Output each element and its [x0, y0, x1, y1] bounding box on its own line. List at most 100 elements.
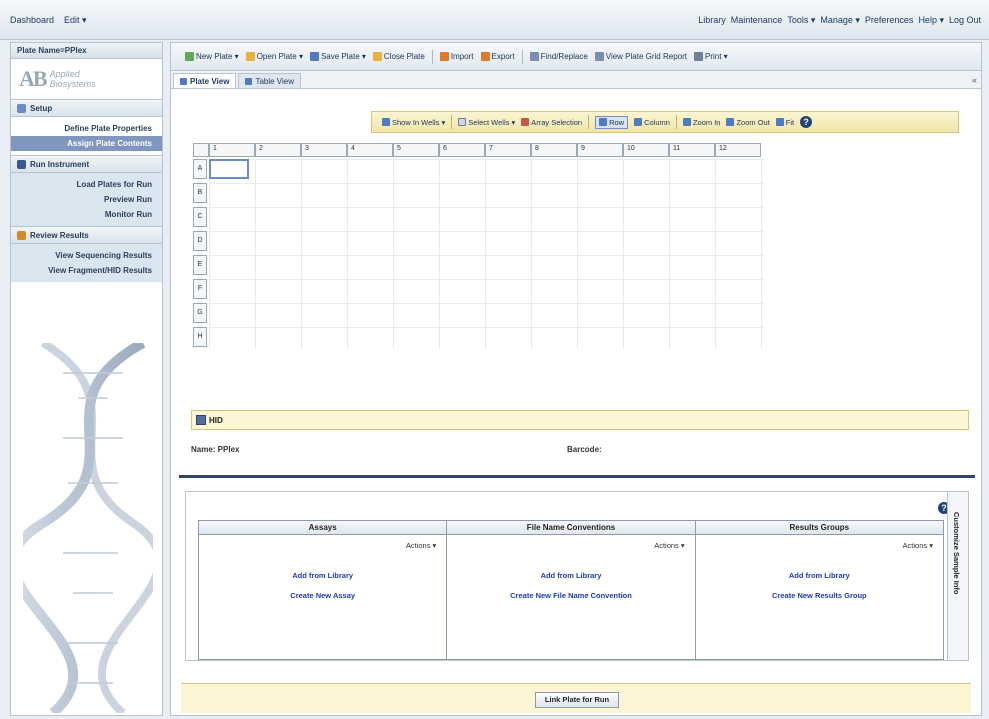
- row-toggle-button[interactable]: Row: [595, 115, 629, 129]
- menu-dashboard[interactable]: Dashboard: [10, 15, 54, 26]
- open-folder-icon: [245, 52, 255, 61]
- tab-table-view[interactable]: Table View: [238, 73, 301, 88]
- results-groups-actions-dropdown[interactable]: Actions ▾: [903, 541, 933, 550]
- sidebar-item-assign-plate-contents[interactable]: Assign Plate Contents: [11, 136, 162, 151]
- plate-corner-header[interactable]: [193, 143, 209, 157]
- plate-row-header[interactable]: A: [193, 159, 207, 179]
- tab-plate-view[interactable]: Plate View: [173, 73, 237, 88]
- dna-helix-image: [23, 343, 153, 713]
- file-name-conventions-header: File Name Conventions: [447, 521, 695, 535]
- menu-maintenance[interactable]: Maintenance: [731, 15, 783, 26]
- array-selection-button[interactable]: Array Selection: [521, 118, 582, 127]
- plate-column-header[interactable]: 11: [669, 143, 715, 157]
- plate-row-header[interactable]: C: [193, 207, 207, 227]
- plate-column-header[interactable]: 12: [715, 143, 761, 157]
- assays-add-from-library-link[interactable]: Add from Library: [199, 571, 446, 580]
- help-icon[interactable]: ?: [800, 116, 813, 128]
- top-menu-bar: Dashboard Edit ▾ Library Maintenance Too…: [0, 0, 989, 40]
- toolbar-separator: [521, 49, 523, 64]
- export-button[interactable]: Export: [480, 52, 515, 61]
- fnc-add-from-library-link[interactable]: Add from Library: [447, 571, 694, 580]
- hid-bar: HID: [191, 410, 969, 430]
- panel-splitter[interactable]: [179, 475, 975, 478]
- plate-column-header[interactable]: 2: [255, 143, 301, 157]
- open-plate-button[interactable]: Open Plate ▾: [245, 52, 303, 61]
- export-icon: [480, 52, 490, 61]
- fnc-actions-dropdown[interactable]: Actions ▾: [654, 541, 684, 550]
- customize-sample-info-tab[interactable]: Customize Sample Info: [947, 491, 969, 661]
- sidebar-item-view-fragment-results[interactable]: View Fragment/HID Results: [11, 263, 162, 278]
- footer-bar: Link Plate for Run: [181, 683, 971, 713]
- show-in-wells-dropdown[interactable]: Show In Wells ▾: [382, 118, 445, 127]
- menu-tools[interactable]: Tools ▾: [787, 15, 815, 26]
- setup-links: Define Plate Properties Assign Plate Con…: [11, 117, 162, 155]
- well-grid[interactable]: [209, 159, 764, 349]
- menu-help[interactable]: Help ▾: [918, 15, 944, 26]
- sidebar-section-run-instrument[interactable]: Run Instrument: [11, 155, 162, 173]
- sidebar-item-monitor-run[interactable]: Monitor Run: [11, 207, 162, 222]
- plate-column-header[interactable]: 10: [623, 143, 669, 157]
- column-toggle-button[interactable]: Column: [634, 118, 670, 127]
- zoom-out-icon: [726, 118, 735, 126]
- plate-column-header[interactable]: 7: [485, 143, 531, 157]
- assays-actions-dropdown[interactable]: Actions ▾: [406, 541, 436, 550]
- plate-column-header[interactable]: 4: [347, 143, 393, 157]
- plate-row-header[interactable]: E: [193, 255, 207, 275]
- menu-manage[interactable]: Manage ▾: [820, 15, 860, 26]
- import-button[interactable]: Import: [439, 52, 474, 61]
- plate-row-header[interactable]: H: [193, 327, 207, 347]
- menu-library[interactable]: Library: [698, 15, 726, 26]
- collapse-icon[interactable]: «: [972, 75, 977, 85]
- create-new-results-group-link[interactable]: Create New Results Group: [696, 591, 943, 600]
- sidebar-item-view-sequencing-results[interactable]: View Sequencing Results: [11, 248, 162, 263]
- sidebar-item-load-plates[interactable]: Load Plates for Run: [11, 177, 162, 192]
- plate-column-header[interactable]: 1: [209, 143, 255, 157]
- viewbar-separator: [451, 115, 453, 129]
- menu-edit[interactable]: Edit ▾: [64, 15, 87, 26]
- new-plate-icon: [185, 52, 194, 61]
- find-icon: [529, 52, 539, 61]
- sidebar: Plate Name=PPlex AB Applied Biosystems Se…: [10, 42, 163, 716]
- plate-row-header[interactable]: D: [193, 231, 207, 251]
- close-plate-button[interactable]: Close Plate: [372, 52, 425, 61]
- plate-column-header[interactable]: 5: [393, 143, 439, 157]
- zoom-out-button[interactable]: Zoom Out: [726, 118, 770, 127]
- array-icon: [521, 118, 530, 126]
- plate-column-header[interactable]: 6: [439, 143, 485, 157]
- plate-row-header[interactable]: G: [193, 303, 207, 323]
- sidebar-item-preview-run[interactable]: Preview Run: [11, 192, 162, 207]
- select-wells-dropdown[interactable]: Select Wells ▾: [458, 118, 515, 127]
- create-new-file-name-convention-link[interactable]: Create New File Name Convention: [447, 591, 694, 600]
- new-plate-button[interactable]: New Plate ▾: [185, 52, 239, 61]
- plate-column-header[interactable]: 9: [577, 143, 623, 157]
- sidebar-title: Plate Name=PPlex: [11, 43, 162, 59]
- plate-column-header[interactable]: 3: [301, 143, 347, 157]
- link-plate-for-run-button[interactable]: Link Plate for Run: [535, 692, 619, 708]
- view-plate-grid-report-button[interactable]: View Plate Grid Report: [594, 52, 687, 61]
- barcode-label: Barcode:: [567, 445, 602, 454]
- plate-view-icon: [180, 77, 187, 85]
- zoom-in-button[interactable]: Zoom In: [682, 118, 720, 127]
- selected-well-a1[interactable]: [209, 159, 249, 179]
- sidebar-item-define-plate-properties[interactable]: Define Plate Properties: [11, 121, 162, 136]
- create-new-assay-link[interactable]: Create New Assay: [199, 591, 446, 600]
- print-icon: [694, 52, 703, 61]
- close-plate-icon: [372, 52, 382, 61]
- plate-row-header[interactable]: B: [193, 183, 207, 203]
- results-groups-header: Results Groups: [695, 521, 943, 535]
- rg-add-from-library-link[interactable]: Add from Library: [696, 571, 943, 580]
- wells-icon: [382, 118, 390, 126]
- save-plate-button[interactable]: Save Plate ▾: [309, 52, 366, 61]
- find-replace-button[interactable]: Find/Replace: [529, 52, 588, 61]
- plate-column-header[interactable]: 8: [531, 143, 577, 157]
- menu-preferences[interactable]: Preferences: [865, 15, 914, 26]
- sidebar-section-setup[interactable]: Setup: [11, 99, 162, 117]
- print-button[interactable]: Print ▾: [694, 52, 728, 61]
- menu-logout[interactable]: Log Out: [949, 15, 981, 26]
- plate-row-header[interactable]: F: [193, 279, 207, 299]
- main-panel: New Plate ▾ Open Plate ▾ Save Plate ▾ Cl…: [170, 42, 982, 716]
- zoom-in-icon: [682, 118, 691, 126]
- column-icon: [634, 118, 643, 126]
- fit-button[interactable]: Fit: [775, 118, 794, 127]
- sidebar-section-review-results[interactable]: Review Results: [11, 226, 162, 244]
